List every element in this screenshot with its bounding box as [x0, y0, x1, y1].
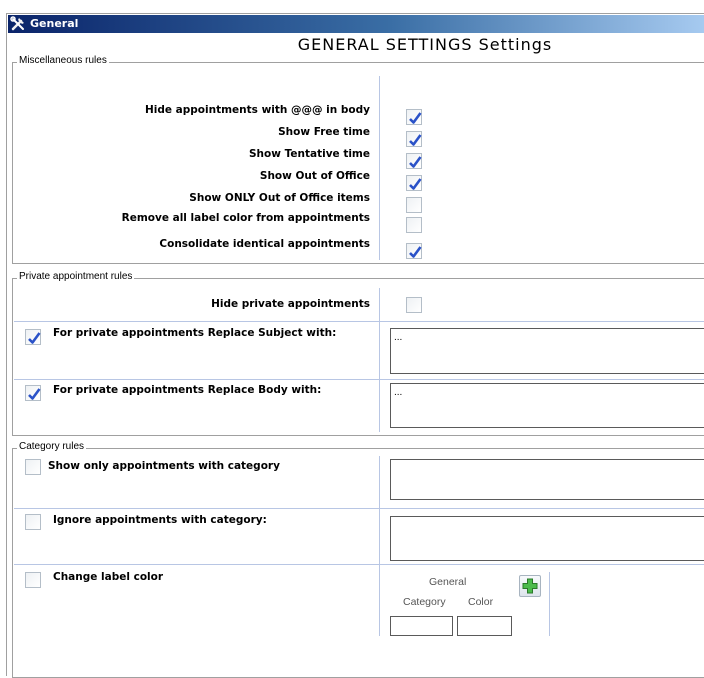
category-rules-legend: Category rules — [17, 441, 87, 452]
color-table-group-header: General — [429, 576, 467, 588]
misc-rule-label: Show Tentative time — [249, 148, 370, 160]
change-label-color-checkbox[interactable] — [25, 572, 41, 588]
show-only-category-checkbox[interactable] — [25, 459, 41, 475]
misc-rule-checkbox[interactable] — [406, 153, 422, 169]
replace-body-label: For private appointments Replace Body wi… — [53, 384, 322, 396]
add-category-color-button[interactable] — [519, 575, 541, 597]
misc-rule-label: Show Free time — [278, 126, 370, 138]
panel-title: General — [30, 17, 79, 30]
ignore-category-input[interactable] — [390, 516, 704, 561]
ignore-category-checkbox[interactable] — [25, 514, 41, 530]
misc-rules-legend: Miscellaneous rules — [17, 55, 109, 66]
checkmark-icon — [409, 178, 422, 190]
misc-rule-label: Remove all label color from appointments — [121, 212, 370, 224]
misc-rule-checkbox[interactable] — [406, 109, 422, 125]
checkmark-icon — [28, 332, 41, 344]
hide-private-checkbox[interactable] — [406, 297, 422, 313]
page-heading: GENERAL SETTINGS Settings — [297, 35, 553, 54]
checkmark-icon — [409, 246, 422, 258]
replace-subject-input[interactable]: ... — [390, 328, 704, 374]
replace-body-checkbox[interactable] — [25, 385, 41, 401]
misc-rule-checkbox[interactable] — [406, 175, 422, 191]
ignore-category-label: Ignore appointments with category: — [53, 514, 267, 526]
show-only-category-input[interactable] — [390, 459, 704, 500]
misc-rule-checkbox[interactable] — [406, 197, 422, 213]
misc-rules-group: Miscellaneous rules — [12, 55, 704, 264]
category-name-cell[interactable] — [390, 616, 453, 636]
misc-rule-checkbox[interactable] — [406, 243, 422, 259]
private-rules-legend: Private appointment rules — [17, 271, 135, 282]
misc-rule-label: Show Out of Office — [259, 170, 370, 182]
misc-rule-checkbox[interactable] — [406, 217, 422, 233]
hide-private-label: Hide private appointments — [211, 298, 370, 310]
plus-icon — [522, 578, 538, 594]
panel-title-bar: General — [8, 15, 704, 33]
category-color-cell[interactable] — [457, 616, 512, 636]
checkmark-icon — [28, 388, 41, 400]
misc-rule-label: Consolidate identical appointments — [159, 238, 370, 250]
replace-subject-checkbox[interactable] — [25, 329, 41, 345]
show-only-category-label: Show only appointments with category — [48, 460, 280, 472]
color-table-category-header: Category — [403, 596, 446, 608]
misc-rule-label: Hide appointments with @@@ in body — [145, 104, 370, 116]
misc-rule-checkbox[interactable] — [406, 131, 422, 147]
checkmark-icon — [409, 112, 422, 124]
checkmark-icon — [409, 156, 422, 168]
misc-rule-label: Show ONLY Out of Office items — [189, 192, 370, 204]
replace-body-input[interactable]: ... — [390, 383, 704, 428]
color-table-color-header: Color — [468, 596, 494, 608]
tools-icon — [10, 16, 26, 32]
checkmark-icon — [409, 134, 422, 146]
change-label-color-label: Change label color — [53, 571, 164, 583]
replace-subject-label: For private appointments Replace Subject… — [53, 327, 337, 339]
